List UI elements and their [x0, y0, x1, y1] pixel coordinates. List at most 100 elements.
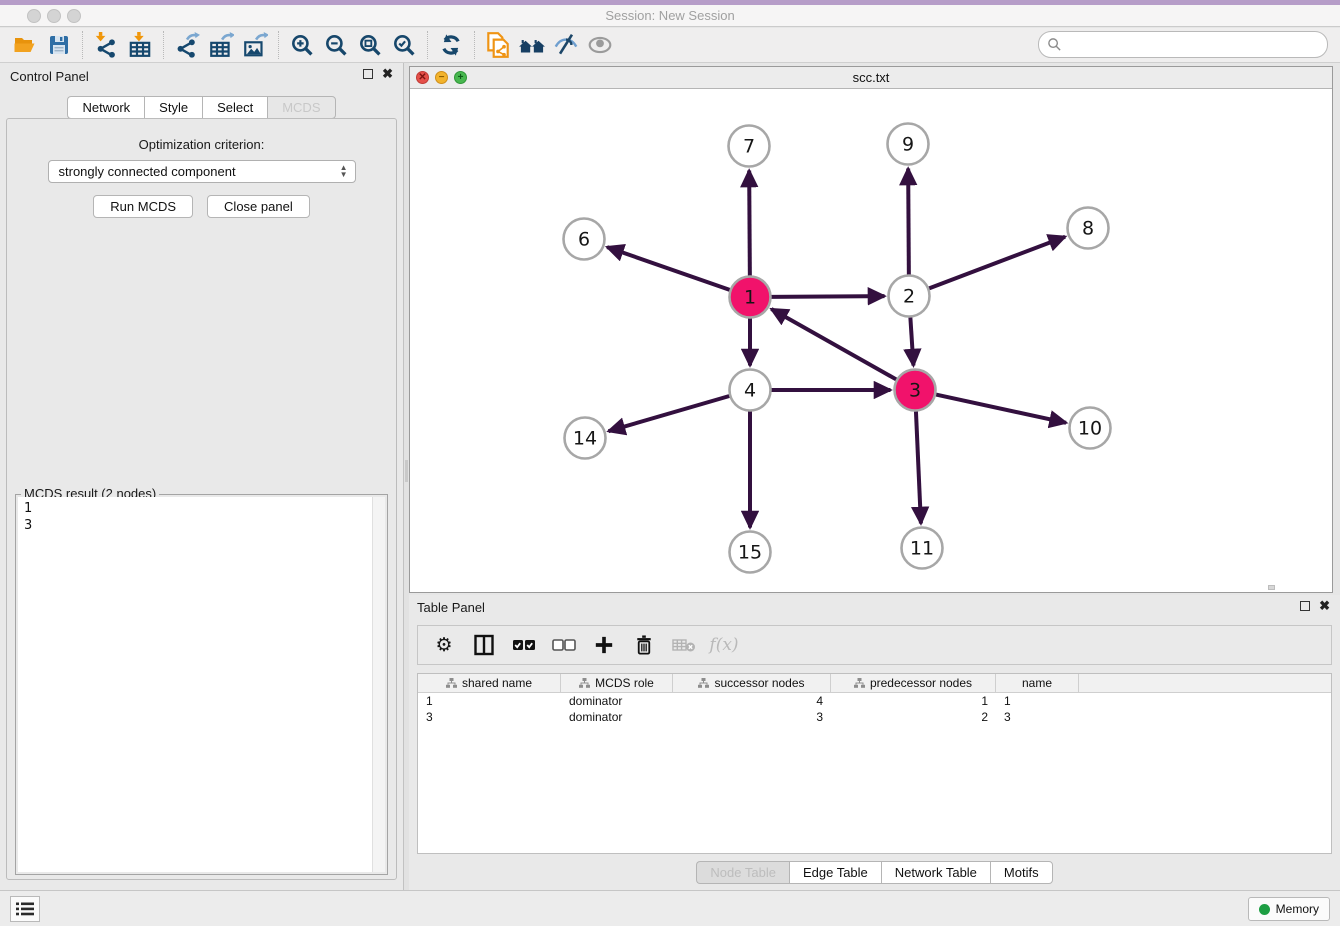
- graph-node-label: 8: [1082, 218, 1094, 240]
- open-file-icon[interactable]: [8, 30, 42, 60]
- graph-node-label: 3: [909, 380, 921, 402]
- toolbar-separator: [163, 31, 164, 59]
- toolbar-separator: [278, 31, 279, 59]
- close-panel-button[interactable]: Close panel: [207, 195, 310, 218]
- optimization-criterion-label: Optimization criterion:: [7, 137, 396, 152]
- graph-node-label: 14: [573, 428, 597, 450]
- divider-grip[interactable]: [405, 460, 408, 482]
- tab-mcds[interactable]: MCDS: [267, 96, 335, 119]
- table-tabs: Node Table Edge Table Network Table Moti…: [409, 861, 1340, 884]
- criterion-value: strongly connected component: [59, 164, 236, 179]
- hide-selected-icon[interactable]: [549, 30, 583, 60]
- table-cell: dominator: [561, 710, 673, 724]
- graph-edge-3-1[interactable]: [771, 309, 896, 379]
- delete-column-icon[interactable]: [626, 630, 662, 660]
- column-layout-icon[interactable]: [466, 630, 502, 660]
- graph-edge-1-6[interactable]: [607, 247, 730, 290]
- hierarchy-icon: [446, 678, 457, 688]
- zoom-selected-icon[interactable]: [387, 30, 421, 60]
- table-row[interactable]: 3dominator323: [418, 709, 1331, 725]
- table-settings-icon[interactable]: ⚙: [426, 630, 462, 660]
- show-all-icon[interactable]: [583, 30, 617, 60]
- run-mcds-button[interactable]: Run MCDS: [93, 195, 193, 218]
- control-panel-title: Control Panel: [10, 69, 89, 84]
- table-panel-float-icon[interactable]: [1300, 601, 1310, 611]
- table-row[interactable]: 1dominator411: [418, 693, 1331, 709]
- graph-node-label: 11: [910, 538, 934, 560]
- tab-node-table[interactable]: Node Table: [696, 861, 789, 884]
- new-network-from-selection-icon[interactable]: [481, 30, 515, 60]
- delete-table-icon[interactable]: [666, 630, 702, 660]
- control-panel: Control Panel ✖ Network Style Select MCD…: [0, 63, 404, 890]
- first-neighbors-icon[interactable]: [515, 30, 549, 60]
- control-panel-tabs: Network Style Select MCDS: [0, 96, 403, 119]
- hierarchy-icon: [698, 678, 709, 688]
- table-cell: 1: [418, 694, 561, 708]
- apply-layout-icon[interactable]: [434, 30, 468, 60]
- table-cell: 3: [996, 710, 1079, 724]
- tab-network-table[interactable]: Network Table: [881, 861, 990, 884]
- search-input[interactable]: [1062, 37, 1319, 52]
- column-header-predecessor-nodes[interactable]: predecessor nodes: [831, 674, 996, 692]
- select-all-columns-icon[interactable]: [506, 630, 542, 660]
- tab-network[interactable]: Network: [67, 96, 144, 119]
- graph-node-label: 7: [743, 136, 755, 158]
- graph-edge-1-7[interactable]: [749, 170, 750, 275]
- table-header-row: shared name MCDS role successor nodes pr…: [418, 674, 1331, 693]
- export-network-icon[interactable]: [170, 30, 204, 60]
- zoom-fit-icon[interactable]: [353, 30, 387, 60]
- graph-node-label: 10: [1078, 418, 1102, 440]
- graph-node-label: 4: [744, 380, 756, 402]
- mcds-result-group: MCDS result (2 nodes) 13: [15, 494, 388, 875]
- function-builder-icon[interactable]: f(x): [706, 630, 742, 660]
- toolbar-separator: [427, 31, 428, 59]
- control-panel-close-icon[interactable]: ✖: [382, 69, 393, 79]
- add-column-icon[interactable]: [586, 630, 622, 660]
- mcds-result-textarea[interactable]: 13: [18, 497, 385, 872]
- network-window-titlebar[interactable]: ✕ − + scc.txt: [410, 67, 1332, 89]
- table-panel-close-icon[interactable]: ✖: [1319, 601, 1330, 611]
- graph-edge-2-9[interactable]: [908, 168, 909, 274]
- column-header-shared-name[interactable]: shared name: [418, 674, 561, 692]
- task-history-button[interactable]: [10, 896, 40, 922]
- tab-motifs[interactable]: Motifs: [990, 861, 1053, 884]
- search-box[interactable]: [1038, 31, 1328, 58]
- import-network-icon[interactable]: [89, 30, 123, 60]
- memory-status-icon: [1259, 904, 1270, 915]
- graph-node-label: 9: [902, 134, 914, 156]
- graph-node-label: 2: [903, 286, 915, 308]
- memory-button[interactable]: Memory: [1248, 897, 1330, 921]
- control-panel-float-icon[interactable]: [363, 69, 373, 79]
- save-session-icon[interactable]: [42, 30, 76, 60]
- network-canvas[interactable]: 7968124314101511: [410, 89, 1332, 592]
- graph-edge-4-14[interactable]: [609, 396, 730, 431]
- result-scrollbar[interactable]: [372, 497, 385, 872]
- select-stepper-icon: ▲▼: [340, 164, 348, 178]
- table-cell: 1: [996, 694, 1079, 708]
- table-panel-title: Table Panel: [417, 600, 485, 615]
- column-header-successor-nodes[interactable]: successor nodes: [673, 674, 831, 692]
- network-window-title: scc.txt: [410, 70, 1332, 85]
- table-cell: dominator: [561, 694, 673, 708]
- graph-edge-1-2[interactable]: [771, 296, 884, 297]
- import-table-icon[interactable]: [123, 30, 157, 60]
- graph-edge-3-10[interactable]: [936, 395, 1066, 423]
- zoom-out-icon[interactable]: [319, 30, 353, 60]
- mcds-result-lines: 13: [18, 497, 385, 537]
- window-titlebar: Session: New Session: [0, 5, 1340, 27]
- criterion-select[interactable]: strongly connected component ▲▼: [48, 160, 356, 183]
- tab-edge-table[interactable]: Edge Table: [789, 861, 881, 884]
- unselect-all-columns-icon[interactable]: [546, 630, 582, 660]
- column-header-mcds-role[interactable]: MCDS role: [561, 674, 673, 692]
- column-header-name[interactable]: name: [996, 674, 1079, 692]
- memory-label: Memory: [1276, 902, 1319, 916]
- export-image-icon[interactable]: [238, 30, 272, 60]
- zoom-in-icon[interactable]: [285, 30, 319, 60]
- graph-edge-2-8[interactable]: [929, 237, 1065, 289]
- export-table-icon[interactable]: [204, 30, 238, 60]
- graph-edge-3-11[interactable]: [916, 411, 921, 523]
- tab-style[interactable]: Style: [144, 96, 202, 119]
- frame-resize-grip[interactable]: [1268, 585, 1275, 590]
- tab-select[interactable]: Select: [202, 96, 267, 119]
- graph-edge-2-3[interactable]: [910, 317, 913, 365]
